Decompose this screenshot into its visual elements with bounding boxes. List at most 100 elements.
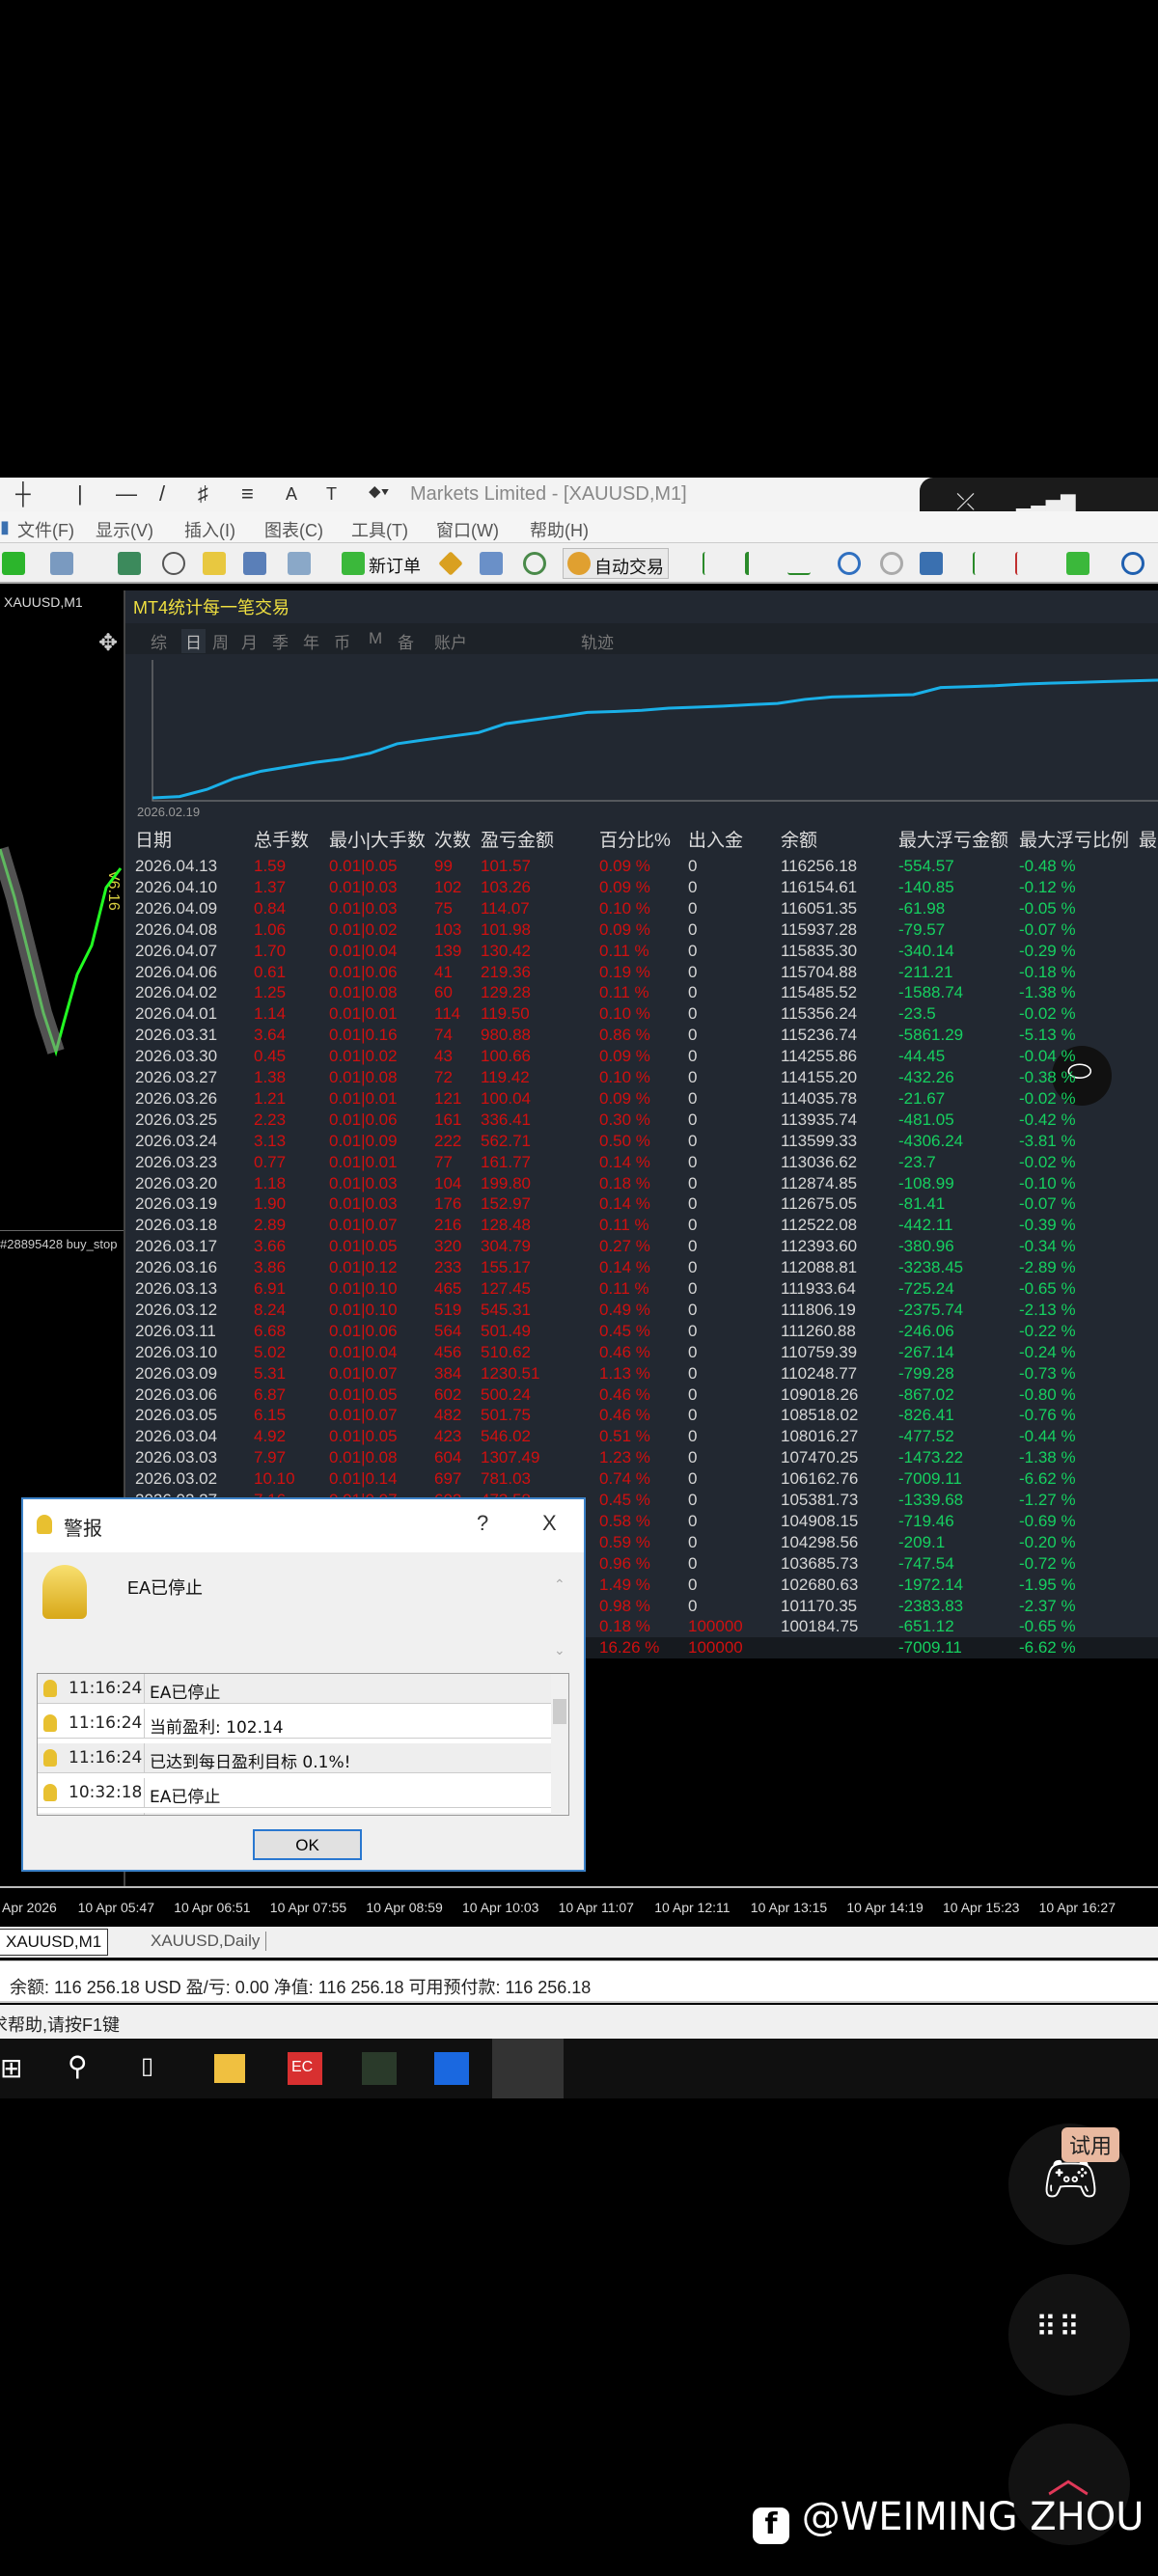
column-header[interactable]: 总手数 [254, 826, 309, 852]
zoom-in-icon[interactable] [838, 552, 861, 575]
table-row[interactable]: 2026.03.18 2.89 0.01|0.07 216 128.48 0.11 % 0 1… [125, 1215, 1158, 1236]
new-chart-icon[interactable] [2, 552, 25, 575]
table-row[interactable]: 2026.04.13 1.59 0.01|0.05 99 101.57 0.09 % 0 11… [125, 856, 1158, 877]
column-header[interactable]: 日期 [135, 826, 172, 852]
text-label-icon[interactable]: T [326, 484, 337, 505]
column-header[interactable]: 余额 [781, 826, 817, 852]
search-icon[interactable]: ⚲ [68, 2050, 88, 2082]
windows-start-icon[interactable]: ⊞ [0, 2052, 22, 2084]
remote-app-icon[interactable] [434, 2052, 469, 2085]
market-watch-icon[interactable] [118, 552, 141, 575]
zoom-out-icon[interactable] [880, 552, 903, 575]
table-row[interactable]: 2026.03.26 1.21 0.01|0.01 121 100.04 0.09 % 0 1… [125, 1088, 1158, 1110]
table-row[interactable]: 2026.03.04 4.92 0.01|0.05 423 546.02 0.51 % 0 1… [125, 1426, 1158, 1447]
ec-app-icon[interactable]: EC [288, 2052, 322, 2085]
table-row[interactable]: 2026.04.01 1.14 0.01|0.01 114 119.50 0.10 % 0 1… [125, 1003, 1158, 1025]
fibonacci-icon[interactable]: ♯ [198, 481, 208, 507]
log-scrollbar[interactable] [551, 1674, 568, 1815]
table-row[interactable]: 2026.04.08 1.06 0.01|0.02 103 101.98 0.09 % 0 1… [125, 919, 1158, 941]
table-row[interactable]: 2026.03.11 6.68 0.01|0.06 564 501.49 0.45 % 0 1… [125, 1321, 1158, 1342]
panel-tab[interactable]: 周 [212, 629, 229, 653]
task-view-icon[interactable]: ▯ [141, 2052, 153, 2080]
menu-item[interactable]: 插入(I) [184, 517, 235, 542]
options-icon[interactable] [523, 552, 546, 575]
table-row[interactable]: 2026.04.02 1.25 0.01|0.08 60 129.28 0.11 % 0 11… [125, 982, 1158, 1003]
menu-item[interactable]: 图表(C) [264, 517, 323, 542]
menu-item[interactable]: 工具(T) [351, 517, 408, 542]
table-row[interactable]: 2026.03.27 1.38 0.01|0.08 72 119.42 0.10 % 0 11… [125, 1067, 1158, 1088]
arrows-icon[interactable]: ⬥▾ [369, 481, 389, 502]
menu-item[interactable]: 文件(F) [17, 517, 74, 542]
autoscroll-icon[interactable] [1015, 552, 1038, 575]
table-row[interactable]: 2026.03.05 6.15 0.01|0.07 482 501.75 0.46 % 0 1… [125, 1405, 1158, 1426]
move-icon[interactable]: ✥ [98, 629, 118, 657]
terminal-icon[interactable] [243, 552, 266, 575]
horizontal-line-icon[interactable]: — [116, 481, 137, 507]
alert-log-item[interactable]: 10:32:18 EA已停止 [38, 1778, 551, 1808]
indicators-icon[interactable] [1066, 552, 1089, 575]
trendline-icon[interactable]: / [159, 481, 165, 507]
panel-tab[interactable]: 日 [181, 629, 206, 653]
panel-tab[interactable]: 账户 [434, 629, 467, 653]
alert-log-item[interactable]: 11:16:24 当前盈利: 102.14 [38, 1709, 551, 1739]
periods-icon[interactable] [1121, 552, 1144, 575]
chart-shift-icon[interactable] [973, 552, 996, 575]
alert-log-item[interactable]: 11:16:24 已达到每日盈利目标 0.1%! [38, 1743, 551, 1773]
table-row[interactable]: 2026.03.09 5.31 0.01|0.07 384 1230.51 1.13 % 0… [125, 1363, 1158, 1384]
panel-tab[interactable]: 月 [241, 629, 258, 653]
data-window-icon[interactable] [162, 552, 185, 575]
strategy-tester-icon[interactable] [288, 552, 311, 575]
column-header[interactable]: 最大浮亏金额 [898, 826, 1008, 852]
table-row[interactable]: 2026.03.03 7.97 0.01|0.08 604 1307.49 1.23 % 0… [125, 1447, 1158, 1468]
column-header[interactable]: 盈亏金额 [481, 826, 554, 852]
alert-log-item[interactable]: 11:16:24 EA已停止 [38, 1674, 551, 1704]
table-row[interactable]: 2026.03.19 1.90 0.01|0.03 176 152.97 0.14 % 0 1… [125, 1193, 1158, 1215]
table-row[interactable]: 2026.04.07 1.70 0.01|0.04 139 130.42 0.11 % 0 1… [125, 941, 1158, 962]
crosshair-icon[interactable]: ┼ [15, 481, 31, 507]
active-app-icon[interactable] [492, 2039, 564, 2098]
column-header[interactable]: 最 [1139, 826, 1157, 852]
table-row[interactable]: 2026.03.16 3.86 0.01|0.12 233 155.17 0.14 % 0 1… [125, 1257, 1158, 1278]
tile-windows-icon[interactable] [920, 552, 943, 575]
table-row[interactable]: 2026.03.20 1.18 0.01|0.03 104 199.80 0.18 % 0 1… [125, 1173, 1158, 1194]
file-explorer-icon[interactable] [214, 2054, 245, 2083]
vertical-line-icon[interactable]: | [77, 481, 83, 507]
panel-tab[interactable]: 轨迹 [581, 629, 614, 653]
bar-chart-icon[interactable] [703, 552, 726, 575]
column-header[interactable]: 最小|大手数 [329, 826, 426, 852]
metaeditor-icon[interactable] [438, 551, 463, 576]
panel-tab[interactable]: 币 [334, 629, 350, 653]
navigator-icon[interactable] [203, 552, 226, 575]
candlestick-icon[interactable] [745, 552, 768, 575]
table-row[interactable]: 2026.03.06 6.87 0.01|0.05 602 500.24 0.46 % 0 1… [125, 1384, 1158, 1406]
table-row[interactable]: 2026.03.23 0.77 0.01|0.01 77 161.77 0.14 % 0 11… [125, 1152, 1158, 1173]
menu-item[interactable]: 显示(V) [96, 517, 153, 542]
column-header[interactable]: 百分比% [599, 826, 671, 852]
column-header[interactable]: 出入金 [688, 826, 743, 852]
mt4-app-icon[interactable] [362, 2052, 397, 2085]
column-header[interactable]: 最大浮亏比例 [1019, 826, 1129, 852]
chart-tab[interactable]: XAUUSD,M1 [0, 1929, 109, 1956]
signals-icon[interactable] [480, 552, 503, 575]
table-row[interactable]: 2026.04.10 1.37 0.01|0.03 102 103.26 0.09 % 0 1… [125, 877, 1158, 898]
table-row[interactable]: 2026.04.06 0.61 0.01|0.06 41 219.36 0.19 % 0 11… [125, 962, 1158, 983]
alert-log-item[interactable]: 10:32:18当前盈利: 102.37 [38, 1813, 551, 1815]
table-row[interactable]: 2026.03.31 3.64 0.01|0.16 74 980.88 0.86 % 0 11… [125, 1025, 1158, 1046]
ok-button[interactable]: OK [253, 1829, 362, 1860]
scroll-down-icon[interactable]: ⌄ [554, 1642, 565, 1658]
table-row[interactable]: 2026.03.30 0.45 0.01|0.02 43 100.66 0.09 % 0 11… [125, 1046, 1158, 1067]
table-row[interactable]: 2026.03.02 10.10 0.01|0.14 697 781.03 0.74 % 0… [125, 1468, 1158, 1490]
table-row[interactable]: 2026.03.24 3.13 0.01|0.09 222 562.71 0.50 % 0 1… [125, 1131, 1158, 1152]
table-row[interactable]: 2026.03.10 5.02 0.01|0.04 456 510.62 0.46 % 0 1… [125, 1342, 1158, 1363]
help-button[interactable]: ? [477, 1511, 488, 1536]
table-row[interactable]: 2026.03.17 3.66 0.01|0.05 320 304.79 0.27 % 0 1… [125, 1236, 1158, 1257]
scroll-up-icon[interactable]: ⌃ [554, 1576, 565, 1593]
line-chart-icon[interactable] [787, 552, 811, 575]
table-row[interactable]: 2026.03.12 8.24 0.01|0.10 519 545.31 0.49 % 0 1… [125, 1300, 1158, 1321]
auto-trading-button[interactable]: 自动交易 [563, 548, 669, 579]
chart-tab[interactable]: XAUUSD,Daily [145, 1932, 267, 1951]
keyboard-button[interactable]: ⠿⠿ [1008, 2274, 1130, 2396]
panel-tab[interactable]: 年 [303, 629, 319, 653]
panel-tab[interactable]: M [369, 629, 382, 648]
profiles-icon[interactable] [50, 552, 73, 575]
